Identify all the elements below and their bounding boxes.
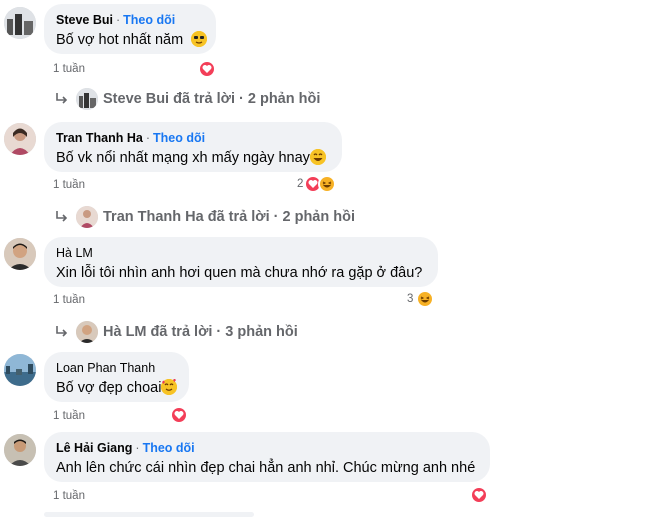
reply-arrow-icon xyxy=(56,211,68,222)
author-name[interactable]: Hà LM xyxy=(56,246,93,260)
reply-avatar xyxy=(76,206,98,228)
comment-text: Xin lỗi tôi nhìn anh hơi quen mà chưa nh… xyxy=(56,265,423,281)
heart-reaction-icon xyxy=(470,486,488,504)
reply-summary-text: Hà LM đã trả lời · 3 phản hồi xyxy=(103,324,298,340)
heart-reaction-icon xyxy=(198,60,216,78)
author-line: Hà LM xyxy=(56,245,426,261)
separator-dot: · xyxy=(115,13,121,27)
comment-text: Bố vợ hot nhất năm xyxy=(56,30,208,50)
reply-avatar xyxy=(76,88,98,110)
comment-bubble: Lê Hải Giang · Theo dõi Anh lên chức cái n… xyxy=(44,432,490,482)
follow-link[interactable]: Theo dõi xyxy=(123,13,175,27)
next-comment-bubble-partial xyxy=(44,512,254,517)
follow-link[interactable]: Theo dõi xyxy=(143,441,195,455)
haha-reaction-icon xyxy=(318,175,337,193)
reply-arrow-icon xyxy=(56,326,68,337)
author-line: Tran Thanh Ha · Theo dõi xyxy=(56,130,330,146)
comment-bubble: Loan Phan Thanh Bố vợ đẹp choai xyxy=(44,352,189,402)
avatar[interactable] xyxy=(4,238,36,270)
comment-text-body: Bố vợ hot nhất năm xyxy=(56,32,184,48)
timestamp[interactable]: 1 tuần xyxy=(53,63,85,75)
avatar[interactable] xyxy=(4,7,36,39)
separator-dot: · xyxy=(145,131,150,145)
reply-avatar xyxy=(76,321,98,343)
comment-bubble: Hà LM Xin lỗi tôi nhìn anh hơi quen mà c… xyxy=(44,237,438,287)
avatar[interactable] xyxy=(4,354,36,386)
reaction-count: 2 xyxy=(297,178,304,190)
grin-emoji-icon xyxy=(309,149,326,165)
hearts-face-emoji-icon xyxy=(161,378,178,395)
reply-arrow-icon xyxy=(56,93,68,104)
reaction-summary[interactable]: 2 xyxy=(297,175,337,193)
author-name[interactable]: Tran Thanh Ha xyxy=(56,131,143,145)
view-replies-link[interactable]: Steve Bui đã trả lời · 2 phản hồi xyxy=(54,88,320,110)
comment-bubble: Steve Bui · Theo dõi Bố vợ hot nhất năm xyxy=(44,4,216,54)
author-name[interactable]: Lê Hải Giang xyxy=(56,441,132,455)
comment-text-body: Bố vợ đẹp choai xyxy=(56,380,162,396)
timestamp[interactable]: 1 tuần xyxy=(53,294,85,306)
view-replies-link[interactable]: Hà LM đã trả lời · 3 phản hồi xyxy=(54,321,298,343)
reply-summary-text: Steve Bui đã trả lời · 2 phản hồi xyxy=(103,91,321,107)
timestamp[interactable]: 1 tuần xyxy=(53,490,85,502)
reaction-summary[interactable] xyxy=(470,486,488,504)
comment-text: Anh lên chức cái nhìn đẹp chai hẳn anh n… xyxy=(56,460,476,476)
haha-reaction-icon xyxy=(416,290,435,308)
author-name[interactable]: Steve Bui xyxy=(56,13,113,27)
sunglasses-emoji-icon xyxy=(191,31,208,47)
reaction-summary[interactable] xyxy=(198,60,216,78)
author-line: Lê Hải Giang · Theo dõi xyxy=(56,440,478,456)
follow-link[interactable]: Theo dõi xyxy=(153,131,205,145)
reaction-count: 3 xyxy=(407,293,414,305)
separator-dot: · xyxy=(135,441,140,455)
author-name[interactable]: Loan Phan Thanh xyxy=(56,361,155,375)
timestamp[interactable]: 1 tuần xyxy=(53,179,85,191)
reaction-summary[interactable]: 3 xyxy=(407,290,435,308)
author-line: Loan Phan Thanh xyxy=(56,360,177,376)
author-line: Steve Bui · Theo dõi xyxy=(56,12,204,28)
reply-summary-text: Tran Thanh Ha đã trả lời · 2 phản hồi xyxy=(103,209,356,225)
comment-text: Bố vợ đẹp choai xyxy=(56,378,178,398)
comment-text-body: Bố vk nổi nhất mạng xh mấy ngày hnay xyxy=(56,150,310,166)
timestamp[interactable]: 1 tuần xyxy=(53,410,85,422)
avatar[interactable] xyxy=(4,123,36,155)
comment-text: Bố vk nổi nhất mạng xh mấy ngày hnay xyxy=(56,148,330,168)
view-replies-link[interactable]: Tran Thanh Ha đã trả lời · 2 phản hồi xyxy=(54,206,355,228)
comment-bubble: Tran Thanh Ha · Theo dõi Bố vk nổi nhất mạ… xyxy=(44,122,342,172)
avatar[interactable] xyxy=(4,434,36,466)
heart-reaction-icon xyxy=(170,406,188,424)
reaction-summary[interactable] xyxy=(170,406,188,424)
